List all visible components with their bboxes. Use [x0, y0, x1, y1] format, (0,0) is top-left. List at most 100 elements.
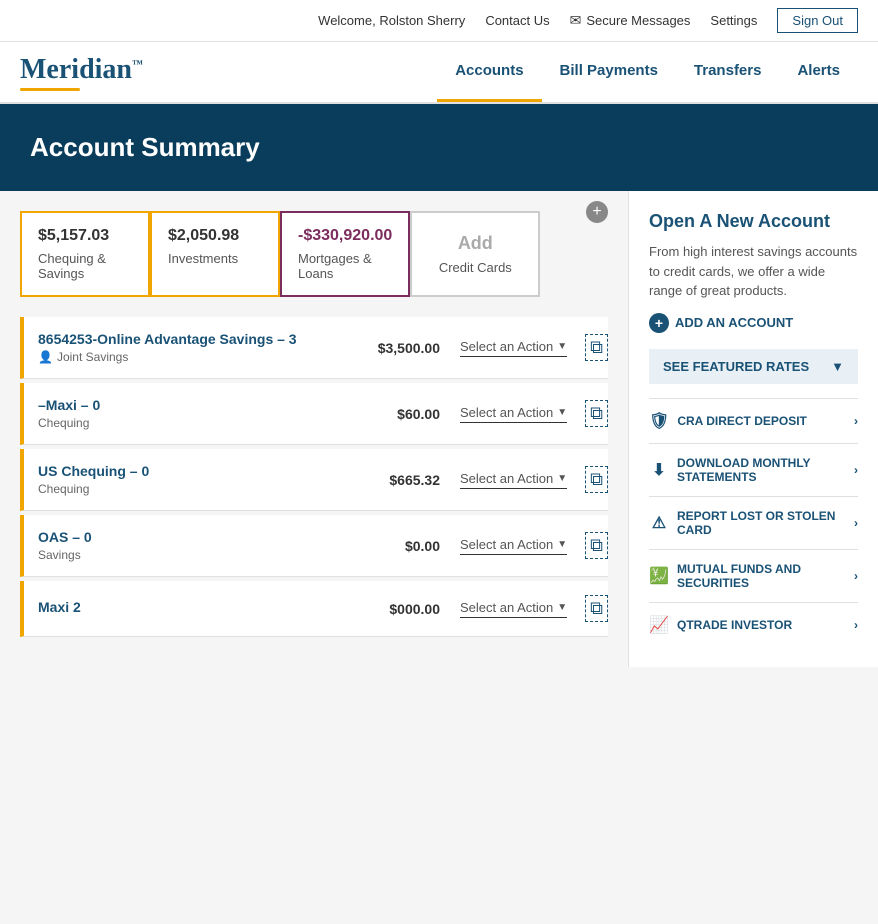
report-lost-card-link[interactable]: ⚠ REPORT LOST OR STOLEN CARD › [649, 496, 858, 549]
account-name[interactable]: OAS – 0 [38, 529, 92, 545]
account-row: OAS – 0 Savings $0.00 Select an Action ▼… [20, 515, 608, 577]
nav-item-accounts[interactable]: Accounts [437, 42, 541, 102]
account-info: OAS – 0 Savings [38, 529, 350, 562]
account-name[interactable]: 8654253-Online Advantage Savings – 3 [38, 331, 297, 347]
chevron-right-icon: › [854, 569, 858, 583]
page-title: Account Summary [30, 132, 848, 163]
featured-rates-button[interactable]: SEE FEATURED RATES ▼ [649, 349, 858, 384]
account-name[interactable]: –Maxi – 0 [38, 397, 100, 413]
account-type: Chequing [38, 416, 350, 430]
download-statements-link[interactable]: ⬇ DOWNLOAD MONTHLY STATEMENTS › [649, 443, 858, 496]
copy-icon[interactable]: ⧉ [585, 466, 608, 493]
action-select: Select an Action ▼ [460, 537, 567, 555]
logo-text: Meridian™ [20, 54, 143, 86]
sign-out-button[interactable]: Sign Out [777, 8, 858, 33]
open-account-section: Open A New Account From high interest sa… [649, 211, 858, 333]
account-info: –Maxi – 0 Chequing [38, 397, 350, 430]
action-dropdown[interactable]: Select an Action ▼ [460, 405, 567, 423]
left-panel: + $5,157.03 Chequing &Savings $2,050.98 … [0, 191, 628, 667]
account-row: Maxi 2 $000.00 Select an Action ▼ ⧉ [20, 581, 608, 637]
chevron-right-icon: › [854, 463, 858, 477]
tile-mortgages[interactable]: -$330,920.00 Mortgages &Loans [280, 211, 410, 297]
account-balance: $665.32 [360, 472, 440, 488]
person-icon: 👤 [38, 350, 53, 364]
alert-icon: ⚠ [649, 513, 669, 533]
open-account-title: Open A New Account [649, 211, 858, 232]
copy-icon[interactable]: ⧉ [585, 334, 608, 361]
report-label: REPORT LOST OR STOLEN CARD [677, 509, 846, 537]
account-info: Maxi 2 [38, 599, 350, 618]
mutual-funds-link[interactable]: 💹 MUTUAL FUNDS AND SECURITIES › [649, 549, 858, 602]
chevron-right-icon: › [854, 618, 858, 632]
chevron-right-icon: › [854, 414, 858, 428]
action-dropdown[interactable]: Select an Action ▼ [460, 537, 567, 555]
copy-icon[interactable]: ⧉ [585, 532, 608, 559]
account-row: –Maxi – 0 Chequing $60.00 Select an Acti… [20, 383, 608, 445]
nav-item-bill-payments[interactable]: Bill Payments [542, 42, 676, 102]
action-select: Select an Action ▼ [460, 471, 567, 489]
account-info: US Chequing – 0 Chequing [38, 463, 350, 496]
add-tile-plus-icon[interactable]: + [586, 201, 608, 223]
top-bar: Welcome, Rolston Sherry Contact Us ✉ Sec… [0, 0, 878, 42]
add-account-label: ADD AN ACCOUNT [675, 315, 793, 330]
account-row: US Chequing – 0 Chequing $665.32 Select … [20, 449, 608, 511]
account-row: 8654253-Online Advantage Savings – 3 👤 J… [20, 317, 608, 379]
action-dropdown[interactable]: Select an Action ▼ [460, 339, 567, 357]
account-tiles: + $5,157.03 Chequing &Savings $2,050.98 … [20, 211, 608, 297]
logo[interactable]: Meridian™ [20, 44, 143, 101]
action-label: Select an Action [460, 600, 553, 615]
secure-messages-link[interactable]: ✉ Secure Messages [570, 12, 691, 29]
nav-item-alerts[interactable]: Alerts [779, 42, 858, 102]
account-balance: $000.00 [360, 601, 440, 617]
dropdown-arrow-icon: ▼ [557, 341, 567, 352]
dropdown-arrow-icon: ▼ [557, 539, 567, 550]
tile-chequing-savings[interactable]: $5,157.03 Chequing &Savings [20, 211, 150, 297]
welcome-text: Welcome, Rolston Sherry [318, 13, 465, 28]
action-dropdown[interactable]: Select an Action ▼ [460, 471, 567, 489]
account-type: Savings [38, 548, 350, 562]
action-select: Select an Action ▼ [460, 405, 567, 423]
account-name[interactable]: Maxi 2 [38, 599, 81, 615]
account-name[interactable]: US Chequing – 0 [38, 463, 149, 479]
featured-rates-arrow-icon: ▼ [831, 359, 844, 374]
settings-link[interactable]: Settings [710, 13, 757, 28]
qtrade-investor-link[interactable]: 📈 QTRADE INVESTOR › [649, 602, 858, 647]
account-type: Chequing [38, 482, 350, 496]
dropdown-arrow-icon: ▼ [557, 602, 567, 613]
dropdown-arrow-icon: ▼ [557, 473, 567, 484]
account-balance: $3,500.00 [360, 340, 440, 356]
copy-icon[interactable]: ⧉ [585, 595, 608, 622]
tile-add-sublabel: Credit Cards [439, 260, 512, 275]
cra-direct-deposit-link[interactable]: 🛡 CRA DIRECT DEPOSIT › [649, 398, 858, 443]
account-balance: $60.00 [360, 406, 440, 422]
action-label: Select an Action [460, 339, 553, 354]
right-panel: Open A New Account From high interest sa… [628, 191, 878, 667]
logo-underline [20, 88, 80, 91]
copy-icon[interactable]: ⧉ [585, 400, 608, 427]
header: Meridian™ Accounts Bill Payments Transfe… [0, 42, 878, 104]
tile-add-credit-cards[interactable]: Add Credit Cards [410, 211, 540, 297]
mutual-funds-label: MUTUAL FUNDS AND SECURITIES [677, 562, 846, 590]
action-dropdown[interactable]: Select an Action ▼ [460, 600, 567, 618]
tile-investments[interactable]: $2,050.98 Investments [150, 211, 280, 297]
account-info: 8654253-Online Advantage Savings – 3 👤 J… [38, 331, 350, 364]
main-nav: Accounts Bill Payments Transfers Alerts [437, 42, 858, 102]
account-type: 👤 Joint Savings [38, 350, 350, 364]
contact-us-link[interactable]: Contact Us [485, 13, 549, 28]
main-content: + $5,157.03 Chequing &Savings $2,050.98 … [0, 191, 878, 667]
dropdown-arrow-icon: ▼ [557, 407, 567, 418]
action-select: Select an Action ▼ [460, 600, 567, 618]
envelope-icon: ✉ [570, 12, 582, 29]
add-account-link[interactable]: + ADD AN ACCOUNT [649, 313, 858, 333]
qtrade-label: QTRADE INVESTOR [677, 618, 792, 632]
cra-label: CRA DIRECT DEPOSIT [677, 414, 807, 428]
graph-icon: 📈 [649, 615, 669, 635]
nav-item-transfers[interactable]: Transfers [676, 42, 780, 102]
account-summary-banner: Account Summary [0, 104, 878, 191]
tile-mortgages-label: Mortgages &Loans [298, 251, 392, 281]
action-label: Select an Action [460, 471, 553, 486]
shield-icon: 🛡 [649, 411, 669, 431]
open-account-desc: From high interest savings accounts to c… [649, 242, 858, 301]
tile-mortgages-amount: -$330,920.00 [298, 227, 392, 245]
tile-investments-label: Investments [168, 251, 262, 266]
